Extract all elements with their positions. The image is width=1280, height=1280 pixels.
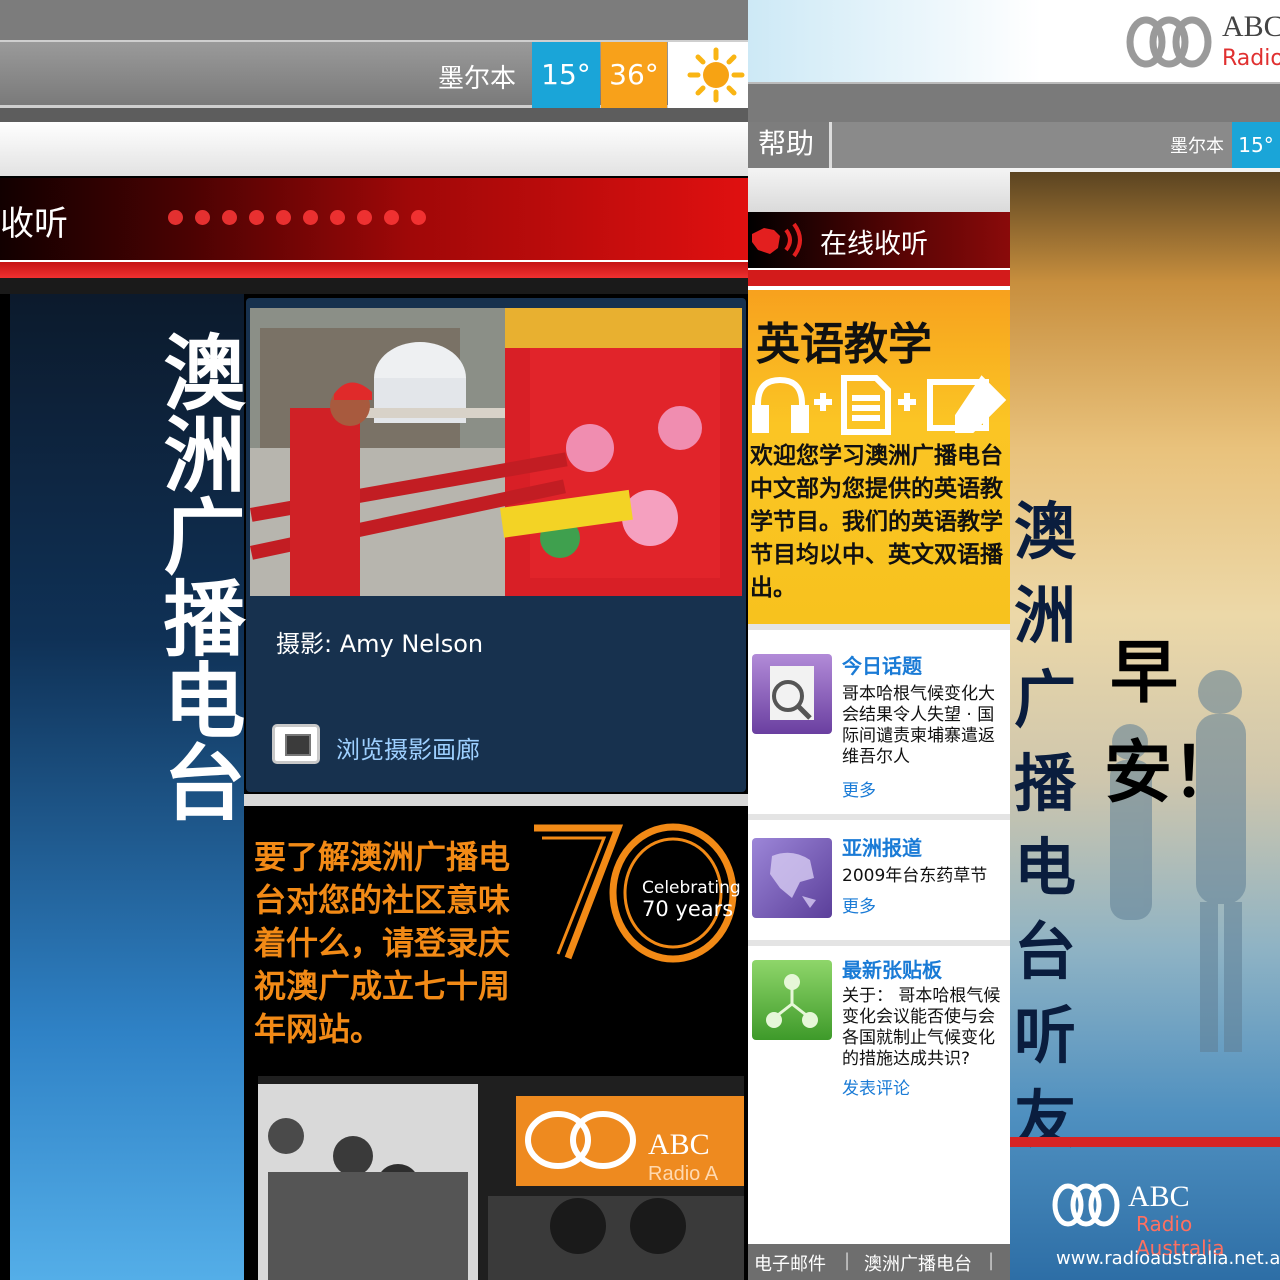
right-screenshot: ABC Radio 帮助 墨尔本 15° 在线收听 英语教学 欢迎您学习澳洲广播… [748,0,1280,1280]
side-banner-title: 澳洲广播电台 [149,330,244,822]
help-tab[interactable]: 帮助 [748,122,832,168]
weather-city: 墨尔本 [438,64,517,94]
comment-link[interactable]: 发表评论 [842,1074,910,1099]
english-title: 英语教学 [756,319,932,370]
item-title[interactable]: 亚洲报道 [842,832,922,861]
live-listen-label: 在线收听 [820,229,928,260]
promo-text: 要了解澳洲广播电台对您的社区意味着什么，请登录庆祝澳广成立七十周年网站。 [254,838,511,1048]
poster-greeting: 早安！ [1104,634,1241,813]
sedan-chair-photo[interactable] [250,308,742,596]
abc-logo-icon [1052,1183,1120,1227]
divider [1010,1137,1280,1147]
headphones-document-writing-icon [752,375,1007,435]
poster-vertical-title: 澳洲广播电台听友 [1013,495,1076,1156]
abc-logo-icon[interactable] [1124,14,1214,70]
celebrating-label: Celebrating 70 years [642,878,741,921]
anniversary-promo[interactable]: 要了解澳洲广播电台对您的社区意味着什么，请登录庆祝澳广成立七十周年网站。 Cel… [246,806,748,1280]
audio-level-dots [168,210,438,229]
photo-caption: 摄影: Amy Nelson [276,630,484,658]
footer-separator: | [844,1250,851,1271]
email-link[interactable]: 电子邮件 [754,1250,826,1276]
side-banner: 澳洲广播电台 [10,294,244,1280]
item-title[interactable]: 最新张贴板 [842,954,942,983]
list-item[interactable]: 今日话题 哥本哈根气候变化大会结果令人失望 · 国际间谴责柬埔寨遣返维吾尔人 更… [748,624,1010,814]
speaker-australia-icon [752,222,802,258]
weather-city: 墨尔本 [1170,136,1224,157]
abc-logo-text: ABC [1222,10,1280,43]
weather-temp-low: 15° [1232,122,1280,168]
more-link[interactable]: 更多 [842,892,876,917]
gallery-icon[interactable] [272,724,320,764]
poster-url: www.radioaustralia.net.au [1056,1248,1280,1269]
main-content: 澳洲广播电台 摄影: Amy Nelson 浏览摄影画廊 要了解澳洲广播电台对您… [0,294,748,1280]
footer-bar: 电子邮件 | 澳洲广播电台 | [748,1244,1010,1280]
item-body: 2009年台东药草节 [842,866,988,886]
listen-banner[interactable]: 收听 [0,176,748,260]
left-screenshot: 墨尔本 15° 36° 收听 澳洲广播电台 摄影: Amy Nelson 浏览摄… [0,0,748,1280]
promo-logo-radio: Radio A [648,1163,719,1185]
english-description: 欢迎您学习澳洲广播电台中文部为您提供的英语教学节目。我们的英语教学节目均以中、英… [750,443,1003,601]
top-nav-bar [748,82,1280,122]
divider [0,278,748,294]
weather-temp-low: 15° [532,42,600,108]
news-list: 今日话题 哥本哈根气候变化大会结果令人失望 · 国际间谴责柬埔寨遣返维吾尔人 更… [748,624,1010,1244]
weather-bar: 墨尔本 15° 36° [0,40,748,108]
photo-card: 摄影: Amy Nelson 浏览摄影画廊 [246,298,746,792]
divider [748,268,1010,286]
more-link[interactable]: 更多 [842,776,876,801]
english-learning-panel[interactable]: 英语教学 欢迎您学习澳洲广播电台中文部为您提供的英语教学节目。我们的英语教学节目… [748,290,1010,624]
site-header: ABC Radio [748,0,1280,82]
list-item[interactable]: 最新张贴板 关于： 哥本哈根气候变化会议能否使与会各国就制止气候变化的措施达成共… [748,940,1010,1244]
live-listen-banner[interactable]: 在线收听 [748,212,1010,268]
sub-nav-bar [0,122,748,176]
list-item[interactable]: 亚洲报道 2009年台东药草节 更多 [748,814,1010,940]
gallery-link[interactable]: 浏览摄影画廊 [336,730,480,765]
weather-temp-high: 36° [601,42,667,108]
divider [244,794,748,806]
top-nav-bar [0,0,748,40]
promo-logo-abc: ABC [648,1128,710,1161]
station-link[interactable]: 澳洲广播电台 [864,1250,972,1276]
sun-icon [668,42,748,108]
magnifier-icon [752,654,832,734]
weather-bar: 帮助 墨尔本 15° [748,122,1280,168]
divider [0,260,748,278]
divider [0,108,748,122]
network-icon [752,960,832,1040]
radio-logo-text: Radio [1222,46,1280,71]
asia-map-icon [752,838,832,918]
greeting-poster: 澳洲广播电台听友 早安！ ABC Radio Australia www.rad… [1010,172,1280,1280]
item-title[interactable]: 今日话题 [842,650,922,679]
footer-separator: | [988,1250,995,1271]
listen-label: 收听 [0,204,68,244]
item-body: 哥本哈根气候变化大会结果令人失望 · 国际间谴责柬埔寨遣返维吾尔人 [842,684,995,767]
item-body: 关于： 哥本哈根气候变化会议能否使与会各国就制止气候变化的措施达成共识? [842,986,1001,1069]
poster-abc: ABC [1128,1180,1190,1213]
archive-photo-collage: ABC Radio A [258,1076,744,1280]
